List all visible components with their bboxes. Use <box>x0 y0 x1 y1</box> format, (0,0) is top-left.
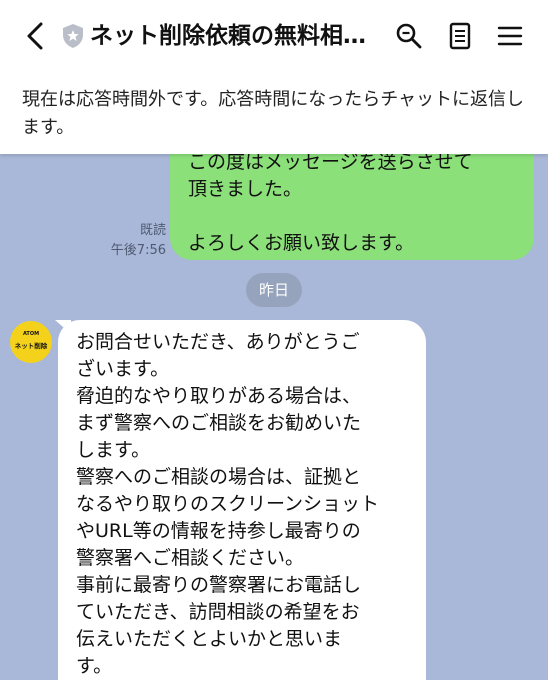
message-time: 午後7:56 <box>110 243 166 258</box>
chat-header: ネット削除依頼の無料相… <box>0 0 548 72</box>
avatar-logo-line2: ネット削除 <box>14 342 48 350</box>
menu-icon[interactable] <box>494 20 526 52</box>
search-icon[interactable] <box>393 20 425 52</box>
note-icon[interactable] <box>444 20 476 52</box>
avatar-logo-line1: ATOM <box>22 331 40 337</box>
chat-area[interactable]: この度はメッセージを送らさせて 頂きました。 よろしくお願い致します。 既読 午… <box>0 154 548 680</box>
outgoing-message-text: この度はメッセージを送らさせて 頂きました。 よろしくお願い致します。 <box>188 154 473 254</box>
back-chevron-icon[interactable] <box>22 20 50 52</box>
incoming-message-text: お問合せいただき、ありがとうご ざいます。 脅迫的なやり取りがある場合は、 まず… <box>76 331 380 677</box>
avatar[interactable]: ATOM ネット削除 <box>10 321 52 363</box>
notice-text: 現在は応答時間外です。応答時間になったらチャットに返信します。 <box>22 89 525 138</box>
shield-star-icon <box>63 24 83 48</box>
off-hours-notice: 現在は応答時間外です。応答時間になったらチャットに返信します。 <box>0 72 548 154</box>
chat-title: ネット削除依頼の無料相… <box>90 23 366 49</box>
date-divider: 昨日 <box>246 273 302 307</box>
read-receipt: 既読 <box>139 223 166 238</box>
